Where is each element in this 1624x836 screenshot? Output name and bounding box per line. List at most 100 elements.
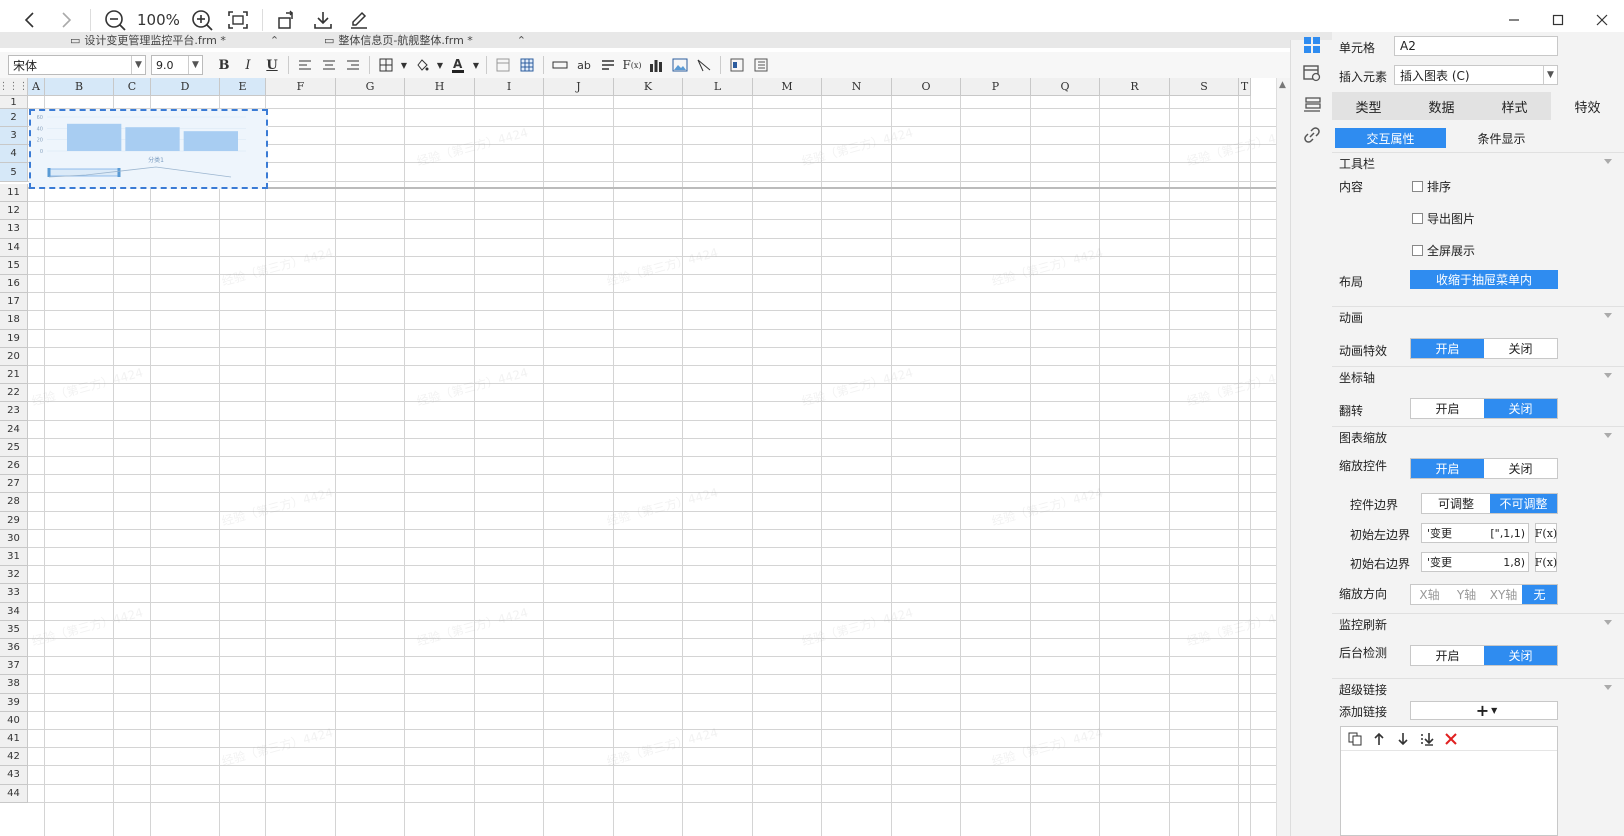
table-icon[interactable] bbox=[516, 54, 538, 76]
row-header-38[interactable]: 38 bbox=[0, 675, 28, 694]
row-header-1[interactable]: 1 bbox=[0, 96, 28, 109]
direction-xy-button[interactable]: XY轴 bbox=[1485, 585, 1522, 604]
section-hyperlink[interactable]: 超级链接 bbox=[1332, 678, 1624, 700]
link-icon[interactable] bbox=[1303, 126, 1321, 144]
right-formula-button[interactable]: F(x) bbox=[1535, 552, 1557, 572]
column-header-f[interactable]: F bbox=[266, 78, 336, 96]
tab-type[interactable]: 类型 bbox=[1332, 92, 1405, 120]
tab-document-1[interactable]: ▭ 设计变更管理监控平台.frm * ⌃ bbox=[70, 32, 279, 48]
column-header-k[interactable]: K bbox=[614, 78, 683, 96]
column-header-s[interactable]: S bbox=[1170, 78, 1239, 96]
subtab-condition[interactable]: 条件显示 bbox=[1446, 128, 1557, 148]
slash-cell-icon[interactable] bbox=[693, 54, 715, 76]
section-monitor-refresh[interactable]: 监控刷新 bbox=[1332, 613, 1624, 635]
italic-button[interactable]: I bbox=[237, 54, 259, 76]
link-list[interactable] bbox=[1340, 726, 1558, 836]
row-header-26[interactable]: 26 bbox=[0, 457, 28, 476]
row-header-30[interactable]: 30 bbox=[0, 529, 28, 548]
tab-style[interactable]: 样式 bbox=[1478, 92, 1551, 120]
cell-format-icon[interactable] bbox=[492, 54, 514, 76]
row-header-34[interactable]: 34 bbox=[0, 602, 28, 621]
sub-report-icon[interactable] bbox=[726, 54, 748, 76]
section-toolbar[interactable]: 工具栏 bbox=[1332, 152, 1624, 174]
row-header-32[interactable]: 32 bbox=[0, 566, 28, 585]
row-header-28[interactable]: 28 bbox=[0, 493, 28, 512]
widget-settings-icon[interactable] bbox=[1303, 64, 1321, 82]
row-header-4[interactable]: 4 bbox=[0, 145, 28, 163]
column-header-e[interactable]: E bbox=[220, 78, 266, 96]
align-left-icon[interactable] bbox=[294, 54, 316, 76]
fill-color-icon[interactable] bbox=[411, 54, 433, 76]
tab-data[interactable]: 数据 bbox=[1405, 92, 1478, 120]
flip-off-button[interactable]: 关闭 bbox=[1484, 399, 1557, 418]
select-all-corner[interactable]: ⋮⋮⋮ bbox=[0, 78, 29, 96]
spreadsheet-grid[interactable]: ⋮⋮⋮ ABCDEFGHIJKLMNOPQRST 1 2 3 4 5 11 12 13 14 15… bbox=[0, 78, 1290, 836]
column-header-b[interactable]: B bbox=[45, 78, 114, 96]
row-header-3[interactable]: 3 bbox=[0, 127, 28, 145]
zoom-handle[interactable] bbox=[117, 168, 121, 177]
add-link-button[interactable]: + ▼ bbox=[1410, 701, 1558, 720]
merge-cells-icon[interactable] bbox=[549, 54, 571, 76]
column-header-l[interactable]: L bbox=[683, 78, 753, 96]
column-header-r[interactable]: R bbox=[1100, 78, 1170, 96]
font-color-icon[interactable]: A bbox=[447, 54, 469, 76]
row-header-21[interactable]: 21 bbox=[0, 366, 28, 385]
tab-effects[interactable]: 特效 bbox=[1551, 92, 1624, 120]
align-right-icon[interactable] bbox=[342, 54, 364, 76]
bold-button[interactable]: B bbox=[213, 54, 235, 76]
move-bottom-icon[interactable] bbox=[1417, 729, 1437, 749]
font-size-select[interactable]: 9.0 ▼ bbox=[151, 55, 203, 75]
data-list-icon[interactable] bbox=[1303, 96, 1321, 114]
flip-on-button[interactable]: 开启 bbox=[1411, 399, 1484, 418]
row-header-5[interactable]: 5 bbox=[0, 163, 28, 182]
vertical-scrollbar[interactable]: ▲ bbox=[1276, 78, 1290, 836]
column-header-j[interactable]: J bbox=[544, 78, 614, 96]
direction-y-button[interactable]: Y轴 bbox=[1448, 585, 1485, 604]
insert-element-select[interactable]: 插入图表 (C) ▼ bbox=[1394, 65, 1558, 85]
row-header-11[interactable]: 11 bbox=[0, 184, 28, 203]
section-animation[interactable]: 动画 bbox=[1332, 306, 1624, 328]
zoom-handle[interactable] bbox=[47, 168, 51, 177]
fullscreen-checkbox[interactable]: 全屏展示 bbox=[1412, 242, 1475, 259]
animation-on-button[interactable]: 开启 bbox=[1411, 339, 1484, 358]
sheet-list-icon[interactable] bbox=[750, 54, 772, 76]
row-header-37[interactable]: 37 bbox=[0, 657, 28, 676]
row-header-19[interactable]: 19 bbox=[0, 329, 28, 348]
chevron-down-icon[interactable]: ▼ bbox=[471, 54, 481, 76]
initial-left-input[interactable]: '变更 [",1,1) bbox=[1421, 523, 1529, 543]
column-header-h[interactable]: H bbox=[405, 78, 475, 96]
insert-image-icon[interactable] bbox=[669, 54, 691, 76]
chart-widget[interactable]: 60 40 20 0 分类1 bbox=[29, 109, 268, 189]
column-header-o[interactable]: O bbox=[892, 78, 961, 96]
direction-none-button[interactable]: 无 bbox=[1522, 585, 1557, 604]
cell-address-input[interactable]: A2 bbox=[1394, 36, 1558, 56]
row-header-25[interactable]: 25 bbox=[0, 438, 28, 457]
initial-right-input[interactable]: '变更 1,8) bbox=[1421, 552, 1529, 572]
subtab-interaction[interactable]: 交互属性 bbox=[1335, 128, 1446, 148]
row-header-15[interactable]: 15 bbox=[0, 256, 28, 275]
column-header-p[interactable]: P bbox=[961, 78, 1031, 96]
delete-icon[interactable] bbox=[1441, 729, 1461, 749]
row-header-16[interactable]: 16 bbox=[0, 275, 28, 294]
close-tab-icon[interactable]: ⌃ bbox=[270, 34, 279, 47]
cell-properties-icon[interactable] bbox=[1303, 36, 1321, 54]
section-chart-zoom[interactable]: 图表缩放 bbox=[1332, 426, 1624, 448]
row-header-35[interactable]: 35 bbox=[0, 620, 28, 639]
row-header-12[interactable]: 12 bbox=[0, 202, 28, 221]
row-header-13[interactable]: 13 bbox=[0, 220, 28, 239]
adjustable-button[interactable]: 可调整 bbox=[1422, 494, 1490, 513]
row-header-17[interactable]: 17 bbox=[0, 293, 28, 312]
row-header-23[interactable]: 23 bbox=[0, 402, 28, 421]
column-header-t[interactable]: T bbox=[1239, 78, 1251, 96]
zoom-off-button[interactable]: 关闭 bbox=[1484, 459, 1557, 478]
column-header-g[interactable]: G bbox=[336, 78, 405, 96]
chevron-down-icon[interactable]: ▼ bbox=[399, 54, 409, 76]
insert-chart-icon[interactable] bbox=[645, 54, 667, 76]
section-axis[interactable]: 坐标轴 bbox=[1332, 366, 1624, 388]
row-header-42[interactable]: 42 bbox=[0, 748, 28, 767]
monitor-on-button[interactable]: 开启 bbox=[1411, 646, 1484, 665]
row-header-14[interactable]: 14 bbox=[0, 238, 28, 257]
row-header-44[interactable]: 44 bbox=[0, 784, 28, 803]
scroll-up-icon[interactable]: ▲ bbox=[1279, 80, 1286, 90]
font-family-select[interactable]: 宋体 ▼ bbox=[8, 55, 146, 75]
